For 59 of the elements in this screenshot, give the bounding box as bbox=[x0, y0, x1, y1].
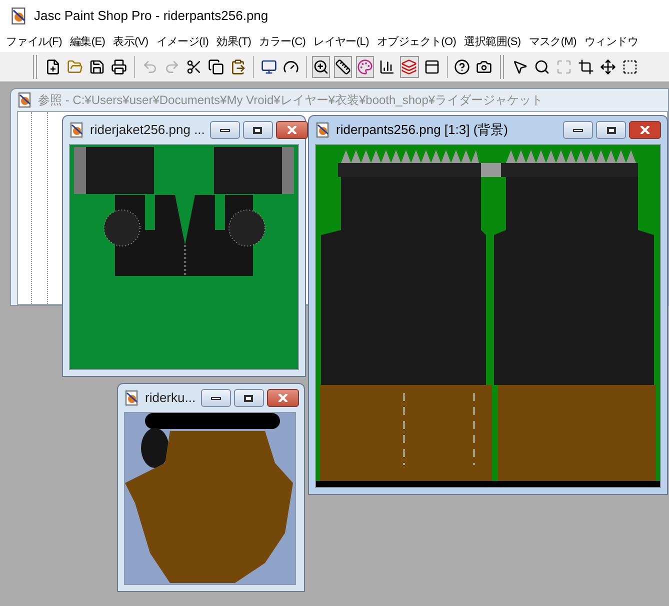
maximize-button[interactable] bbox=[596, 121, 626, 139]
window-title: riderjaket256.png ... bbox=[90, 121, 205, 140]
help-icon bbox=[454, 58, 470, 74]
undo-icon bbox=[142, 58, 158, 74]
close-button[interactable] bbox=[629, 121, 661, 139]
panel-icon bbox=[424, 58, 440, 74]
folder-icon bbox=[66, 58, 83, 74]
menu-item[interactable]: ファイル(F) bbox=[6, 34, 62, 50]
menu-item[interactable]: マスク(M) bbox=[528, 34, 576, 50]
window-title: Jasc Paint Shop Pro - riderpants256.png bbox=[34, 7, 268, 26]
maximize-button[interactable] bbox=[234, 389, 264, 407]
app-icon bbox=[10, 7, 28, 25]
close-icon bbox=[640, 126, 650, 134]
app-icon bbox=[17, 92, 33, 108]
window-title: riderpants256.png [1:3] (背景) bbox=[336, 121, 509, 140]
selection-icon bbox=[622, 58, 638, 74]
pointer-icon bbox=[512, 58, 528, 74]
minimize-button[interactable] bbox=[563, 121, 593, 139]
paste-icon bbox=[230, 58, 246, 74]
printer-icon bbox=[110, 58, 127, 74]
minimize-button[interactable] bbox=[210, 121, 240, 139]
app-icon bbox=[315, 122, 331, 138]
minimize-button[interactable] bbox=[200, 389, 231, 407]
ruler-icon bbox=[335, 58, 352, 74]
close-button[interactable] bbox=[266, 389, 299, 407]
menu-item[interactable]: レイヤー(L) bbox=[314, 34, 369, 50]
gauge-icon bbox=[282, 58, 299, 74]
menu-item[interactable]: 効果(T) bbox=[216, 34, 252, 50]
new-file-icon bbox=[44, 58, 61, 74]
menu-item[interactable]: 選択範囲(S) bbox=[464, 34, 521, 50]
crop-icon bbox=[578, 58, 594, 74]
window-title: riderku... bbox=[145, 389, 196, 408]
menu-item[interactable]: イメージ(I) bbox=[156, 34, 209, 50]
search-icon bbox=[534, 58, 550, 74]
menu-item[interactable]: カラー(C) bbox=[259, 34, 306, 50]
camera-icon bbox=[476, 58, 492, 74]
close-icon bbox=[286, 126, 297, 134]
toolbar-button[interactable] bbox=[312, 56, 330, 78]
menu-item[interactable]: オブジェクト(O) bbox=[376, 34, 456, 50]
close-icon bbox=[278, 394, 288, 402]
menu-item[interactable]: ウィンドウ bbox=[584, 34, 638, 50]
monitor-icon bbox=[260, 58, 276, 74]
maximize-button[interactable] bbox=[242, 121, 273, 139]
app-icon bbox=[124, 390, 140, 406]
move-icon bbox=[600, 58, 616, 74]
redo-icon bbox=[164, 58, 180, 74]
toolbar-button[interactable] bbox=[334, 56, 352, 78]
magnifier-icon bbox=[313, 58, 330, 74]
frame-icon bbox=[556, 58, 572, 74]
app-icon bbox=[69, 122, 85, 138]
histogram-icon bbox=[379, 58, 396, 74]
scissors-icon bbox=[186, 58, 202, 74]
copy-icon bbox=[208, 58, 224, 74]
layers-icon bbox=[401, 58, 418, 74]
menu-item[interactable]: 表示(V) bbox=[113, 34, 148, 50]
menu-item[interactable]: 編集(E) bbox=[70, 34, 106, 50]
window-title: 参照 - C:¥Users¥user¥Documents¥My Vroid¥レイヤー¥衣装¥booth_shop¥ライダージャケット bbox=[38, 92, 544, 109]
palette-icon bbox=[357, 58, 374, 74]
close-button[interactable] bbox=[276, 121, 308, 139]
